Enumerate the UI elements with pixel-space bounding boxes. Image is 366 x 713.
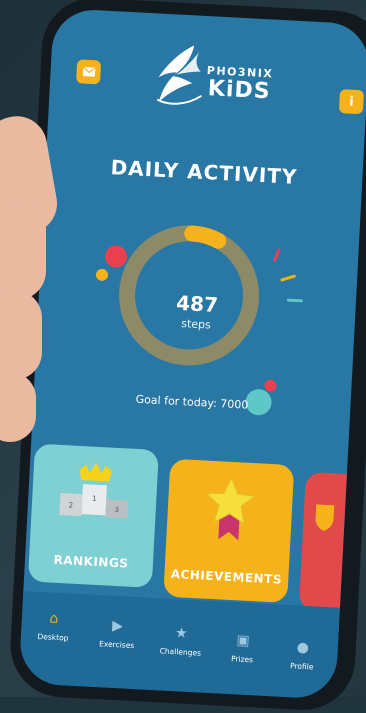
card-label-achievements: ACHIEVEMENTS [170, 566, 283, 587]
nav-desktop[interactable]: ⌂ Desktop [23, 609, 85, 643]
brand-bottom: KiDS [207, 76, 272, 105]
nav-prizes[interactable]: ▣ Prizes [212, 631, 274, 665]
app-screen: i PHO3NIX KiDS DAILY ACTIVITY 487 steps … [18, 7, 366, 700]
nav-label-prizes: Prizes [230, 654, 254, 665]
nav-challenges[interactable]: ★ Challenges [150, 624, 212, 658]
nav-label-profile: Profile [289, 661, 314, 672]
rankings-card[interactable]: 1 2 3 RANKINGS [27, 443, 159, 588]
mail-icon [82, 67, 95, 77]
achievements-card[interactable]: ACHIEVEMENTS [163, 458, 295, 603]
user-icon: ● [296, 639, 310, 657]
phoenix-icon [156, 45, 203, 105]
hand-finger [0, 200, 46, 300]
gift-icon: ▣ [236, 632, 251, 650]
nav-label-challenges: Challenges [159, 646, 202, 658]
page-title: DAILY ACTIVITY [110, 155, 298, 189]
play-icon: ▶ [111, 617, 124, 635]
info-button[interactable]: i [338, 89, 365, 115]
star-medal-icon [205, 476, 256, 541]
mail-button[interactable] [76, 59, 102, 85]
third-card[interactable] [298, 471, 366, 613]
hand-finger [0, 290, 42, 380]
svg-text:3: 3 [114, 506, 119, 514]
nav-label-exercises: Exercises [98, 639, 135, 651]
nav-exercises[interactable]: ▶ Exercises [86, 617, 148, 651]
info-icon: i [348, 94, 355, 110]
decor-dot [95, 268, 109, 282]
hand-finger [0, 372, 36, 442]
phone-frame: i PHO3NIX KiDS DAILY ACTIVITY 487 steps … [7, 0, 366, 713]
goal-text: Goal for today: 7000 [135, 392, 249, 412]
svg-text:2: 2 [68, 501, 73, 509]
decor-dash [280, 274, 297, 282]
home-icon: ⌂ [49, 610, 59, 628]
bottom-nav: ⌂ Desktop ▶ Exercises ★ Challenges ▣ Pri… [18, 591, 340, 700]
svg-text:1: 1 [92, 495, 97, 503]
shield-icon [315, 504, 335, 531]
decor-dot [264, 379, 277, 393]
nav-label-desktop: Desktop [37, 631, 69, 643]
decor-dash [272, 247, 281, 262]
card-label-rankings: RANKINGS [53, 552, 129, 571]
podium-icon: 1 2 3 [59, 462, 129, 519]
nav-profile[interactable]: ● Profile [272, 638, 334, 672]
star-icon: ★ [174, 625, 189, 642]
app-logo: PHO3NIX KiDS [147, 41, 290, 118]
